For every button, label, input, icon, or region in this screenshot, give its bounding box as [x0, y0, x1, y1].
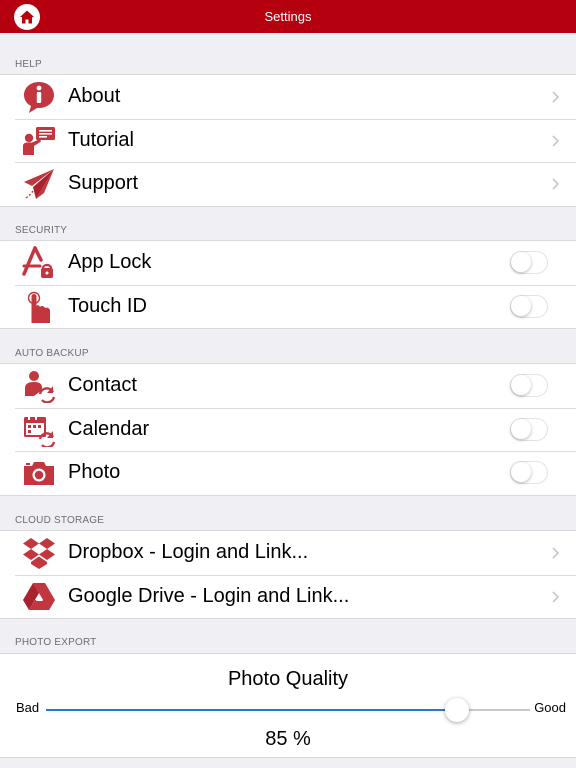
contact-sync-icon [25, 371, 56, 403]
chevron-right-icon [552, 134, 560, 147]
chevron-right-icon [552, 178, 560, 190]
about-row[interactable]: About [0, 75, 576, 119]
chevron-right-icon [552, 547, 560, 559]
help-group: About Tutorial Support [0, 74, 576, 207]
touch-id-label: Touch ID [68, 294, 147, 317]
google-drive-icon [23, 582, 55, 610]
nav-bar: Settings [0, 0, 576, 33]
tutorial-row[interactable]: Tutorial [0, 118, 576, 163]
app-lock-row: App Lock [0, 241, 576, 285]
slider-fill [46, 709, 458, 711]
calendar-row: Calendar [0, 407, 576, 452]
photo-label: Photo [68, 461, 121, 483]
app-lock-label: App Lock [68, 251, 152, 273]
security-group: App Lock Touch ID [0, 240, 576, 329]
calendar-sync-icon [24, 414, 56, 447]
photo-quality-slider[interactable] [46, 698, 530, 722]
app-lock-icon [22, 246, 53, 278]
chevron-right-icon [552, 91, 560, 103]
touch-icon [27, 291, 50, 323]
support-label: Support [68, 172, 139, 194]
touch-id-row: Touch ID [0, 284, 576, 329]
dropbox-icon [23, 538, 55, 569]
section-header-security: SECURITY [15, 225, 68, 236]
slider-min-label: Bad [16, 700, 40, 715]
info-icon [24, 82, 54, 113]
page-title: Settings [264, 9, 312, 24]
tutorial-label: Tutorial [68, 128, 134, 151]
contact-row: Contact [0, 364, 576, 408]
slider-thumb[interactable] [445, 698, 470, 722]
section-header-cloud-storage: CLOUD STORAGE [15, 515, 105, 526]
photo-quality-value: 85 % [265, 728, 311, 750]
calendar-toggle[interactable] [510, 417, 548, 441]
chevron-right-icon [552, 590, 560, 603]
photo-quality-title: Photo Quality [227, 668, 349, 690]
contact-label: Contact [68, 374, 137, 396]
photo-export-group: Photo Quality Bad Good 85 % [0, 653, 576, 758]
google-drive-row[interactable]: Google Drive - Login and Link... [0, 574, 576, 619]
google-drive-label: Google Drive - Login and Link... [68, 584, 350, 607]
photo-toggle[interactable] [510, 461, 548, 484]
slider-max-label: Good [534, 700, 566, 715]
photo-row: Photo [0, 451, 576, 495]
contact-toggle[interactable] [510, 374, 548, 397]
presenter-icon [23, 126, 55, 155]
calendar-label: Calendar [68, 417, 150, 440]
dropbox-row[interactable]: Dropbox - Login and Link... [0, 531, 576, 575]
section-header-help: HELP [15, 59, 42, 70]
cloud-storage-group: Dropbox - Login and Link... Google Drive… [0, 530, 576, 619]
paper-plane-icon [24, 169, 54, 199]
touch-id-toggle[interactable] [510, 294, 548, 318]
section-header-auto-backup: AUTO BACKUP [15, 348, 89, 359]
dropbox-label: Dropbox - Login and Link... [68, 541, 309, 563]
about-label: About [68, 85, 121, 107]
app-lock-toggle[interactable] [510, 251, 548, 274]
section-header-photo-export: PHOTO EXPORT [15, 637, 97, 648]
auto-backup-group: Contact Calendar Photo [0, 363, 576, 496]
support-row[interactable]: Support [0, 162, 576, 206]
camera-icon [24, 462, 54, 485]
